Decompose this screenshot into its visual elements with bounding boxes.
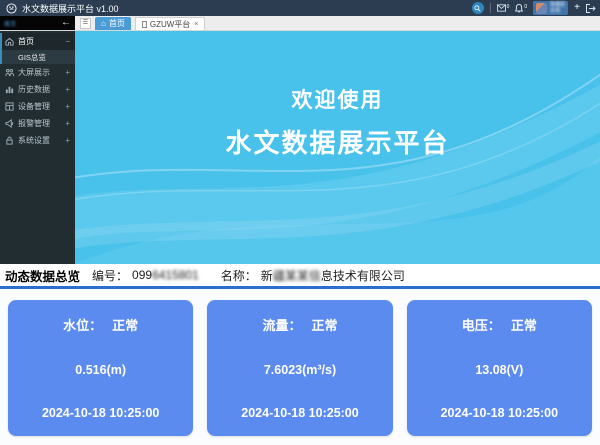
- card-value: 7.6023(m³/s): [207, 363, 392, 377]
- station-name-value: 新疆某某信息技术有限公司: [261, 267, 405, 284]
- sidebar-item-history[interactable]: 历史数据 +: [0, 81, 75, 98]
- status-badge: 正常: [511, 318, 537, 333]
- sidebar-item-alarms[interactable]: 报警管理 +: [0, 115, 75, 132]
- sidebar-item-label: 报警管理: [18, 118, 61, 129]
- status-cards: 水位：正常 0.516(m) 2024-10-18 10:25:00 流量：正常…: [0, 289, 600, 445]
- status-badge: 正常: [112, 318, 138, 333]
- flow-rate-card[interactable]: 流量：正常 7.6023(m³/s) 2024-10-18 10:25:00: [207, 300, 392, 436]
- search-button[interactable]: [472, 2, 484, 14]
- card-timestamp: 2024-10-18 10:25:00: [407, 406, 592, 420]
- station-code-value: 0996415801: [132, 268, 199, 282]
- expand-icon: +: [65, 119, 70, 128]
- alerts-badge: 0: [524, 4, 527, 10]
- messages-badge: 0: [507, 4, 510, 10]
- new-tab-button[interactable]: +: [574, 3, 580, 13]
- table-icon: [5, 102, 14, 111]
- user-role: 在线: [550, 8, 565, 14]
- sidebar-item-label: 历史数据: [18, 84, 61, 95]
- tab-home-label: 首页: [109, 18, 125, 29]
- sidebar-item-home[interactable]: 首页 −: [2, 33, 75, 50]
- sidebar-item-devices[interactable]: 设备管理 +: [0, 98, 75, 115]
- topbar-separator: [490, 3, 491, 13]
- tab-gzuw-label: GZUW平台: [150, 19, 190, 30]
- sidebar-item-settings[interactable]: 系统设置 +: [0, 132, 75, 149]
- expand-icon: +: [65, 136, 70, 145]
- station-info-bar: 动态数据总览 编号： 0996415801 名称： 新疆某某信息技术有限公司: [0, 264, 600, 286]
- user-info: 管理员 在线: [550, 2, 565, 14]
- top-bar: 水文数据展示平台 v1.00 0 0 管理员: [0, 0, 600, 16]
- close-tab-icon[interactable]: ×: [194, 21, 198, 28]
- sidebar-subitem-label: GIS总览: [18, 52, 46, 63]
- home-icon: [5, 37, 14, 46]
- sidebar-header: 首页 ←: [0, 16, 75, 30]
- sidebar-item-label: 系统设置: [18, 135, 61, 146]
- status-badge: 正常: [311, 318, 337, 333]
- tab-row: 首页 ← ☰ ⌂ 首页 GZUW平台 ×: [0, 16, 600, 31]
- middle-region: 首页 − GIS总览 大屏展示 + 历史数据 +: [0, 31, 600, 264]
- app-logo-icon: [6, 3, 17, 14]
- card-title: 电压：正常: [407, 315, 592, 334]
- home-icon: ⌂: [101, 19, 106, 28]
- station-code-label: 编号：: [92, 267, 128, 284]
- card-value: 13.08(V): [407, 363, 592, 377]
- avatar: [536, 3, 547, 14]
- card-timestamp: 2024-10-18 10:25:00: [8, 406, 193, 420]
- station-name-label: 名称：: [221, 267, 257, 284]
- sidebar-item-gis-overview[interactable]: GIS总览: [2, 50, 75, 64]
- welcome-line1: 欢迎使用: [75, 84, 600, 114]
- logout-icon[interactable]: [586, 4, 596, 13]
- document-icon: [142, 21, 147, 28]
- sidebar-item-label: 首页: [18, 36, 61, 47]
- censored-code: 6415801: [152, 268, 199, 282]
- welcome-message: 欢迎使用 水文数据展示平台: [75, 31, 600, 160]
- voltage-card[interactable]: 电压：正常 13.08(V) 2024-10-18 10:25:00: [407, 300, 592, 436]
- app-title: 水文数据展示平台 v1.00: [22, 2, 119, 15]
- welcome-pane: 欢迎使用 水文数据展示平台: [75, 31, 600, 264]
- screen-icon: [5, 68, 14, 77]
- search-icon: [474, 5, 481, 12]
- tab-gzuw[interactable]: GZUW平台 ×: [135, 17, 206, 30]
- sidebar-header-label: 首页: [4, 19, 16, 28]
- censored-name: 疆某某信: [273, 269, 321, 283]
- expand-icon: +: [65, 85, 70, 94]
- envelope-icon: [497, 4, 506, 12]
- sidebar: 首页 − GIS总览 大屏展示 + 历史数据 +: [0, 31, 75, 264]
- tab-strip: ☰ ⌂ 首页 GZUW平台 ×: [75, 16, 600, 30]
- sidebar-item-label: 大屏展示: [18, 67, 61, 78]
- expand-icon: +: [65, 68, 70, 77]
- megaphone-icon: [5, 119, 14, 128]
- hamburger-icon: ☰: [83, 20, 88, 26]
- lock-icon: [5, 136, 14, 145]
- tab-home[interactable]: ⌂ 首页: [95, 17, 131, 30]
- card-value: 0.516(m): [8, 363, 193, 377]
- section-title: 动态数据总览: [5, 266, 80, 285]
- card-title: 水位：正常: [8, 315, 193, 334]
- collapse-icon: −: [65, 37, 70, 46]
- collapse-sidebar-button[interactable]: ☰: [80, 18, 91, 29]
- sidebar-group-home: 首页 − GIS总览: [0, 33, 75, 64]
- bell-icon: [515, 4, 523, 13]
- back-arrow-button[interactable]: ←: [61, 18, 71, 28]
- sidebar-item-bigscreen[interactable]: 大屏展示 +: [0, 64, 75, 81]
- sidebar-item-label: 设备管理: [18, 101, 61, 112]
- alerts-button[interactable]: 0: [515, 4, 527, 13]
- messages-button[interactable]: 0: [497, 4, 510, 12]
- user-menu[interactable]: 管理员 在线: [533, 1, 568, 15]
- card-title: 流量：正常: [207, 315, 392, 334]
- welcome-line2: 水文数据展示平台: [75, 123, 600, 160]
- water-level-card[interactable]: 水位：正常 0.516(m) 2024-10-18 10:25:00: [8, 300, 193, 436]
- bar-chart-icon: [5, 85, 14, 94]
- card-timestamp: 2024-10-18 10:25:00: [207, 406, 392, 420]
- expand-icon: +: [65, 102, 70, 111]
